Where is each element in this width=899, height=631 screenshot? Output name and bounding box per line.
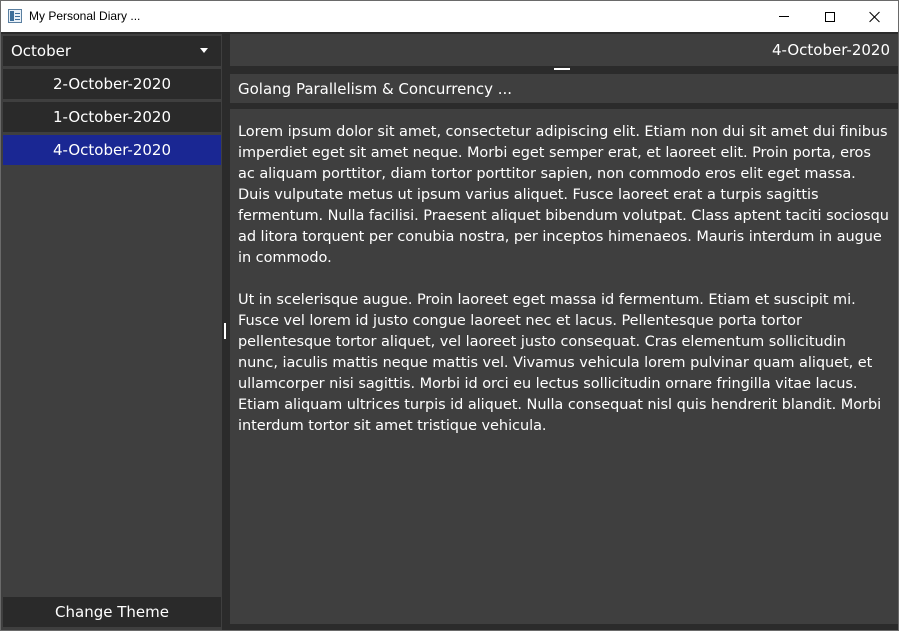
app-window: My Personal Diary ... October 2-October-… [0, 0, 899, 631]
list-item-label: 2-October-2020 [52, 75, 172, 93]
title-bar[interactable]: My Personal Diary ... [1, 1, 898, 32]
list-item[interactable]: 2-October-2020 [3, 69, 221, 99]
entry-date: 4-October-2020 [771, 41, 890, 59]
entry-list: 2-October-2020 1-October-2020 4-October-… [3, 69, 221, 168]
splitter-handle[interactable] [554, 68, 570, 70]
horizontal-splitter[interactable] [230, 66, 898, 72]
close-button[interactable] [852, 1, 898, 32]
close-icon [869, 11, 881, 23]
body-paragraph: Ut in scelerisque augue. Proin laoreet e… [238, 292, 882, 434]
change-theme-label: Change Theme [55, 603, 169, 621]
minimize-icon [779, 16, 789, 17]
body-paragraph: Lorem ipsum dolor sit amet, consectetur … [238, 124, 889, 266]
change-theme-button[interactable]: Change Theme [3, 597, 221, 627]
date-label: 4-October-2020 [230, 34, 898, 66]
window-title: My Personal Diary ... [29, 9, 141, 23]
app-icon [8, 9, 22, 23]
entry-title-input[interactable] [230, 74, 898, 106]
minimize-button[interactable] [761, 1, 807, 32]
list-item[interactable]: 1-October-2020 [3, 102, 221, 132]
month-select-value: October [11, 42, 72, 60]
maximize-icon [825, 11, 835, 22]
sidebar: October 2-October-2020 1-October-2020 4-… [1, 34, 224, 630]
chevron-down-icon [200, 48, 208, 53]
entry-body-textarea[interactable]: Lorem ipsum dolor sit amet, consectetur … [230, 109, 898, 624]
list-item-label: 4-October-2020 [52, 141, 172, 159]
list-item-selected[interactable]: 4-October-2020 [3, 135, 221, 165]
month-select[interactable]: October [3, 36, 221, 66]
maximize-button[interactable] [807, 1, 853, 32]
vertical-splitter[interactable] [222, 34, 230, 630]
list-item-label: 1-October-2020 [52, 108, 172, 126]
editor-panel: 4-October-2020 Lorem ipsum dolor sit ame… [230, 34, 898, 630]
splitter-handle[interactable] [224, 323, 226, 339]
